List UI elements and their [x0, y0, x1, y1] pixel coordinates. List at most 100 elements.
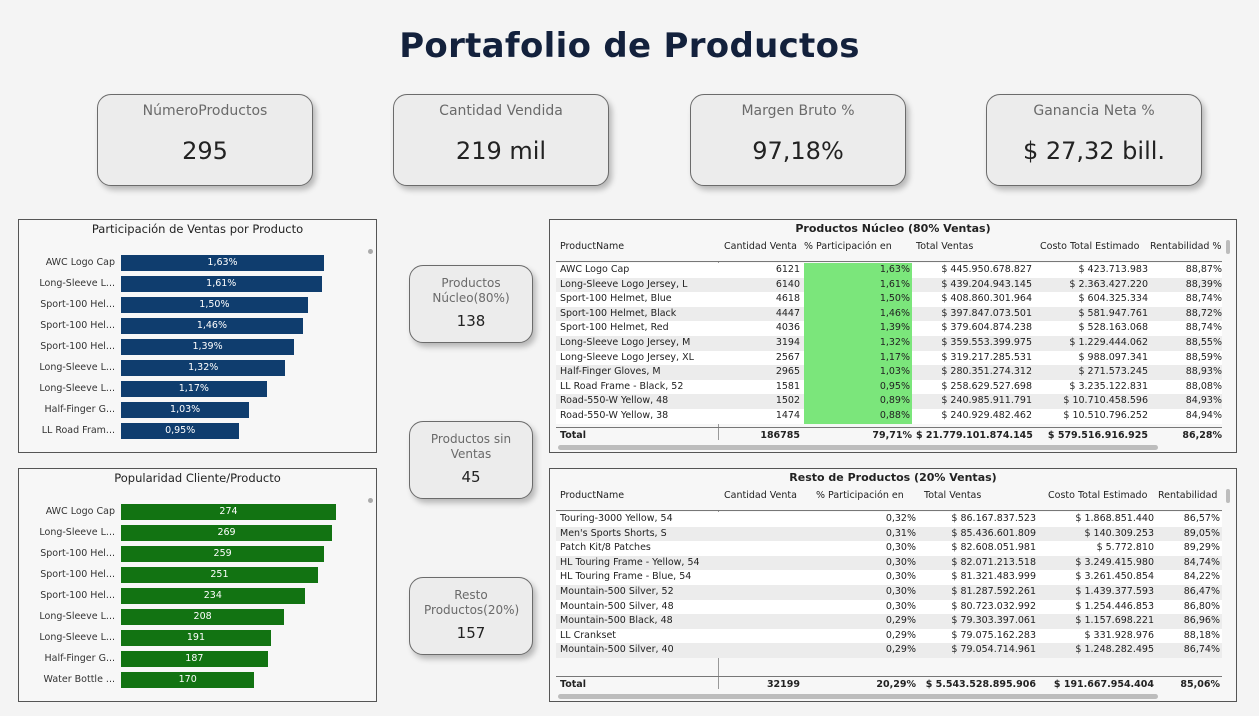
bar-row[interactable]: Sport-100 Hel... 251: [19, 567, 359, 583]
column-header[interactable]: ProductName: [560, 241, 718, 253]
bar-row[interactable]: Sport-100 Hel... 1,46%: [19, 318, 359, 334]
table-row[interactable]: Mountain-500 Silver, 52 0,30% $ 81.287.592…: [556, 585, 1222, 600]
table-row[interactable]: Long-Sleeve Logo Jersey, XL 2567 1,17% $ 31…: [556, 350, 1222, 366]
bar[interactable]: 1,39%: [121, 339, 295, 355]
table-cell: 3194: [775, 337, 800, 348]
bar-row[interactable]: Water Bottle ... 170: [19, 672, 359, 688]
table-row[interactable]: Long-Sleeve Logo Jersey, M 3194 1,32% $ 359…: [556, 336, 1222, 351]
bar-row[interactable]: Long-Sleeve L... 1,17%: [19, 381, 359, 397]
bar[interactable]: 274: [121, 504, 336, 520]
card-value: 157: [456, 624, 486, 642]
column-header[interactable]: Total Ventas: [924, 490, 1036, 502]
bar[interactable]: 1,32%: [121, 360, 286, 376]
table-cell: $ 79.075.162.283: [951, 629, 1036, 641]
bar[interactable]: 1,17%: [121, 381, 267, 397]
vertical-scrollbar[interactable]: [1226, 240, 1230, 254]
bar[interactable]: 251: [121, 567, 318, 583]
bar[interactable]: 187: [121, 651, 268, 667]
bar-row[interactable]: Long-Sleeve L... 269: [19, 525, 359, 541]
bar[interactable]: 1,03%: [121, 402, 250, 418]
table-row[interactable]: Mountain-500 Silver, 40 0,29% $ 79.054.714…: [556, 643, 1222, 658]
table-row[interactable]: Road-550-W Yellow, 38 1474 0,88% $ 240.929.…: [556, 409, 1222, 424]
table-cell: 86,96%: [1183, 615, 1220, 627]
table-cell: 6121: [775, 264, 800, 275]
bar-value-label: 1,63%: [207, 257, 238, 268]
bar-row[interactable]: Long-Sleeve L... 1,61%: [19, 276, 359, 292]
table-total-cell: Total: [560, 430, 586, 441]
horizontal-scrollbar[interactable]: [558, 694, 1158, 699]
table-cell: Road-550-W Yellow, 38: [560, 410, 669, 421]
table-cell: $ 82.071.213.518: [951, 556, 1036, 568]
bar[interactable]: 1,61%: [121, 276, 322, 292]
table-row[interactable]: LL Road Frame - Black, 52 1581 0,95% $ 258.…: [556, 379, 1222, 395]
table-cell: 89,05%: [1183, 527, 1220, 539]
bar-row[interactable]: Half-Finger G... 1,03%: [19, 402, 359, 418]
bar[interactable]: 269: [121, 525, 333, 541]
table-total-cell: $ 191.667.954.404: [1053, 679, 1154, 690]
table-row[interactable]: Half-Finger Gloves, M 2965 1,03% $ 280.351.…: [556, 365, 1222, 380]
bar-row[interactable]: Sport-100 Hel... 1,39%: [19, 339, 359, 355]
table-row[interactable]: Patch Kit/8 Patches 0,30% $ 82.608.051.981…: [556, 541, 1222, 556]
table-row[interactable]: Long-Sleeve Logo Jersey, L 6140 1,61% $ 439…: [556, 277, 1222, 293]
column-header[interactable]: Cantidad Venta: [724, 241, 800, 253]
column-header[interactable]: Rentabilidad %: [1158, 490, 1220, 502]
column-header[interactable]: Costo Total Estimado: [1048, 490, 1154, 502]
table-row[interactable]: AWC Logo Cap 6121 1,63% $ 445.950.678.827 $ …: [556, 263, 1222, 278]
table-cell: $ 1.439.377.593: [1075, 586, 1154, 597]
bar[interactable]: 234: [121, 588, 305, 604]
bar-row[interactable]: Sport-100 Hel... 259: [19, 546, 359, 562]
scroll-indicator-icon[interactable]: [368, 498, 373, 503]
table-row[interactable]: HL Touring Frame - Blue, 54 0,30% $ 81.321…: [556, 570, 1222, 585]
bar[interactable]: 1,46%: [121, 318, 303, 334]
column-header[interactable]: Total Ventas: [916, 241, 1032, 253]
vertical-scrollbar[interactable]: [1226, 489, 1230, 503]
column-header[interactable]: % Participación en Ventas: [816, 490, 916, 502]
bar-row[interactable]: Sport-100 Hel... 1,50%: [19, 297, 359, 313]
table-row[interactable]: Road-550-W Yellow, 48 1502 0,89% $ 240.985.…: [556, 394, 1222, 409]
bar[interactable]: 1,50%: [121, 297, 308, 313]
bar[interactable]: 191: [121, 630, 271, 646]
table-row[interactable]: HL Touring Frame - Yellow, 54 0,30% $ 82.0…: [556, 555, 1222, 571]
table-title: Productos Núcleo (80% Ventas): [795, 222, 991, 235]
horizontal-scrollbar[interactable]: [558, 445, 1158, 450]
bar-row[interactable]: Long-Sleeve L... 191: [19, 630, 359, 646]
bar-category-label: AWC Logo Cap: [45, 506, 115, 517]
table-row[interactable]: Sport-100 Helmet, Black 4447 1,46% $ 397.84…: [556, 306, 1222, 322]
table-productos-nucleo: Productos Núcleo (80% Ventas) ProductNam…: [549, 219, 1237, 453]
bar-row[interactable]: Half-Finger G... 187: [19, 651, 359, 667]
column-header[interactable]: Rentabilidad %: [1150, 241, 1222, 253]
table-row[interactable]: Sport-100 Helmet, Blue 4618 1,50% $ 408.860…: [556, 292, 1222, 307]
bar-row[interactable]: Long-Sleeve L... 208: [19, 609, 359, 625]
bar[interactable]: 170: [121, 672, 255, 688]
bar[interactable]: 259: [121, 546, 325, 562]
bar-row[interactable]: Long-Sleeve L... 1,32%: [19, 360, 359, 376]
table-row[interactable]: Sport-100 Helmet, Red 4036 1,39% $ 379.604.…: [556, 321, 1222, 336]
column-header[interactable]: ProductName: [560, 490, 718, 502]
table-cell: $ 1.248.282.495: [1075, 644, 1154, 656]
table-row[interactable]: Men's Sports Shorts, S 0,31% $ 85.436.601.…: [556, 526, 1222, 542]
card-label: Productos Núcleo(80%): [432, 276, 510, 305]
bar[interactable]: 0,95%: [121, 423, 240, 439]
bar[interactable]: 1,63%: [121, 255, 324, 271]
scroll-indicator-icon[interactable]: [368, 249, 373, 254]
kpi-label: Ganancia Neta %: [1033, 103, 1155, 119]
bar-row[interactable]: AWC Logo Cap 1,63%: [19, 255, 359, 271]
bar-value-label: 1,32%: [188, 362, 219, 373]
column-header[interactable]: % Participación en Ventas: [804, 241, 912, 253]
table-cell: 86,57%: [1183, 513, 1220, 524]
table-cell: 1,03%: [804, 365, 912, 380]
table-row[interactable]: Touring-3000 Yellow, 54 0,32% $ 86.167.837…: [556, 512, 1222, 527]
table-row[interactable]: Mountain-500 Silver, 48 0,30% $ 80.723.032…: [556, 599, 1222, 615]
table-cell: $ 10.510.796.252: [1063, 410, 1148, 421]
bar-row[interactable]: LL Road Fram... 0,95%: [19, 423, 359, 439]
table-row[interactable]: LL Crankset 0,29% $ 79.075.162.283 $ 331.92…: [556, 628, 1222, 644]
column-header[interactable]: Cantidad Venta: [724, 490, 800, 502]
kpi-value: 97,18%: [752, 137, 844, 165]
bar-row[interactable]: AWC Logo Cap 274: [19, 504, 359, 520]
column-header[interactable]: Costo Total Estimado: [1040, 241, 1148, 253]
bar-value-label: 0,95%: [165, 425, 196, 436]
bar[interactable]: 208: [121, 609, 285, 625]
bar-row[interactable]: Sport-100 Hel... 234: [19, 588, 359, 604]
table-total-cell: 86,28%: [1182, 430, 1222, 441]
table-row[interactable]: Mountain-500 Black, 48 0,29% $ 79.303.397.…: [556, 614, 1222, 629]
